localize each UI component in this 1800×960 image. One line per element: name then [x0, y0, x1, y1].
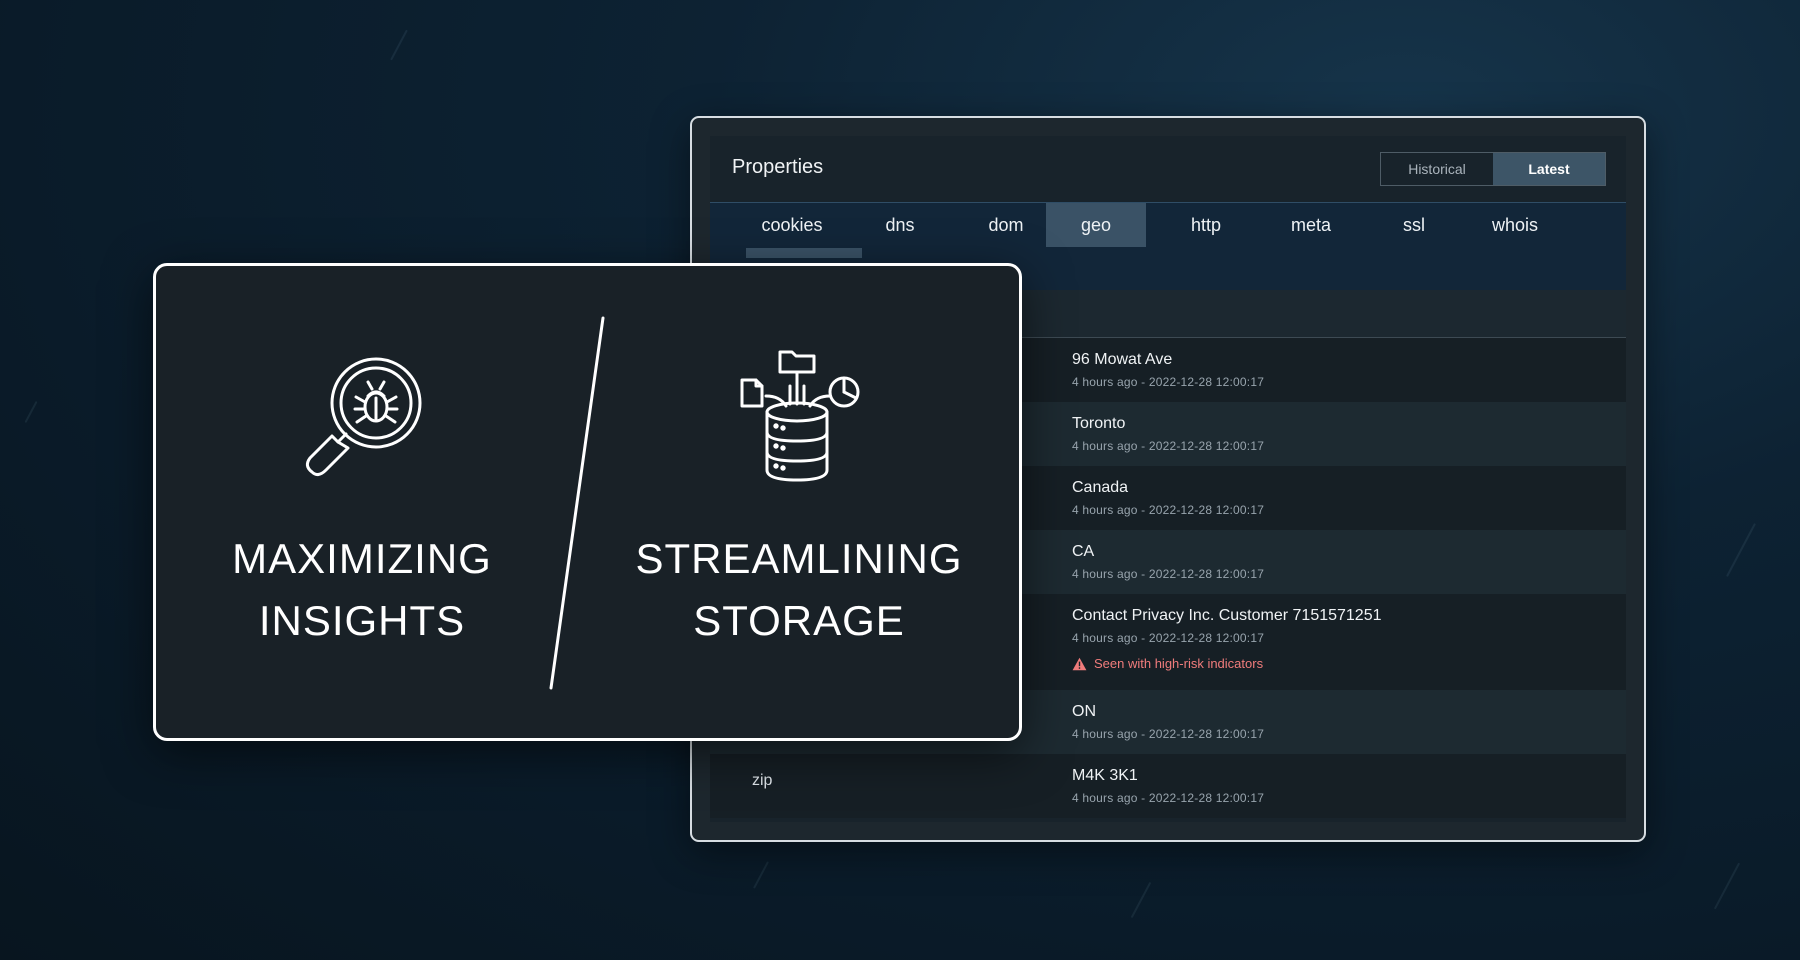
slash-divider — [549, 316, 605, 690]
tab-meta[interactable]: meta — [1256, 203, 1366, 247]
tab-http[interactable]: http — [1156, 203, 1256, 247]
risk-alert[interactable]: Seen with high-risk indicators — [1072, 656, 1263, 671]
row-timestamp: 4 hours ago - 2022-12-28 12:00:17 — [1072, 439, 1265, 453]
row-value: ON — [1072, 703, 1096, 720]
warning-icon — [1072, 657, 1087, 670]
row-value: M4K 3K1 — [1072, 767, 1138, 784]
background-streak — [1713, 862, 1741, 910]
risk-alert-text: Seen with high-risk indicators — [1094, 656, 1264, 671]
latest-toggle-button[interactable]: Latest — [1493, 153, 1605, 185]
historical-latest-toggle[interactable]: Historical Latest — [1380, 152, 1606, 186]
row-timestamp: 4 hours ago - 2022-12-28 12:00:17 — [1072, 791, 1265, 805]
left-headline: MAXIMIZING INSIGHTS — [182, 528, 542, 652]
left-headline-line1: MAXIMIZING — [232, 535, 492, 582]
tab-dom[interactable]: dom — [956, 203, 1056, 247]
right-headline-line1: STREAMLINING — [635, 535, 963, 582]
background-streak — [390, 29, 408, 61]
row-value: 96 Mowat Ave — [1072, 351, 1173, 368]
row-key: zip — [752, 772, 773, 789]
row-timestamp: 4 hours ago - 2022-12-28 12:00:17 — [1072, 727, 1265, 741]
background-streak — [1130, 881, 1152, 919]
tab-ssl[interactable]: ssl — [1370, 203, 1458, 247]
tab-cookies[interactable]: cookies — [736, 203, 848, 247]
background-streak — [24, 400, 38, 424]
row-value: Toronto — [1072, 415, 1126, 432]
tab-geo[interactable]: geo — [1046, 203, 1146, 247]
row-timestamp: 4 hours ago - 2022-12-28 12:00:17 — [1072, 567, 1265, 581]
row-timestamp: 4 hours ago - 2022-12-28 12:00:17 — [1072, 631, 1265, 645]
panel-title: Properties — [732, 156, 824, 178]
tab-dns[interactable]: dns — [856, 203, 944, 247]
right-headline: STREAMLINING STORAGE — [619, 528, 979, 652]
row-value: Contact Privacy Inc. Customer 7151571251 — [1072, 607, 1382, 624]
left-headline-line2: INSIGHTS — [258, 597, 466, 644]
right-headline-line2: STORAGE — [693, 597, 905, 644]
row-timestamp: 4 hours ago - 2022-12-28 12:00:17 — [1072, 503, 1265, 517]
background-streak — [1726, 523, 1756, 577]
feature-card: MAXIMIZING INSIGHTS STREAMLINING STORAGE — [153, 263, 1022, 741]
background-streak — [753, 861, 769, 889]
row-value: CA — [1072, 543, 1095, 560]
tab-indicator — [746, 248, 862, 258]
historical-toggle-button[interactable]: Historical — [1381, 153, 1493, 185]
table-row: zip M4K 3K1 4 hours ago - 2022-12-28 12:… — [710, 754, 1626, 818]
row-value: Canada — [1072, 479, 1129, 496]
tab-whois[interactable]: whois — [1460, 203, 1570, 247]
row-timestamp: 4 hours ago - 2022-12-28 12:00:17 — [1072, 375, 1265, 389]
